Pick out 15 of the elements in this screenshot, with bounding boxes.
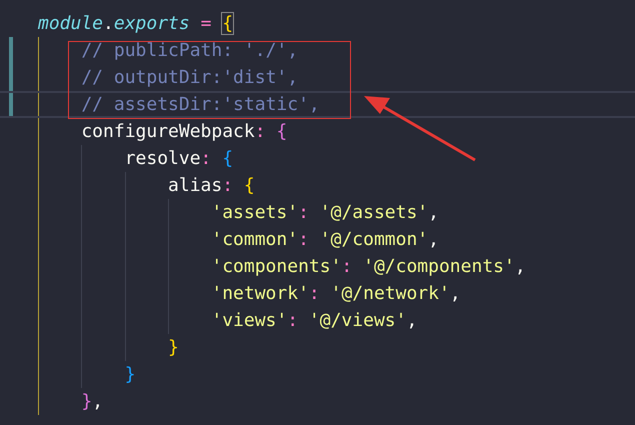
- code-line: }: [168, 336, 179, 360]
- code-line: 'common': '@/common',: [211, 228, 439, 252]
- code-line: },: [81, 390, 104, 414]
- code-line: resolve: {: [124, 147, 234, 171]
- code-line: 'views': '@/views',: [211, 309, 418, 333]
- code-line: // publicPath: './',: [81, 39, 298, 63]
- code-line: alias: {: [168, 174, 255, 198]
- code-line: 'components': '@/components',: [211, 255, 526, 279]
- code-line: 'assets': '@/assets',: [211, 201, 439, 225]
- code-line: }: [124, 363, 136, 387]
- code-line: 'network': '@/network',: [211, 282, 461, 306]
- code-line: configureWebpack: {: [81, 120, 288, 144]
- code-line: module.exports = {: [38, 12, 234, 36]
- code-line: // assetsDir:'static',: [81, 93, 320, 117]
- code-line: // outputDir:'dist',: [81, 66, 298, 90]
